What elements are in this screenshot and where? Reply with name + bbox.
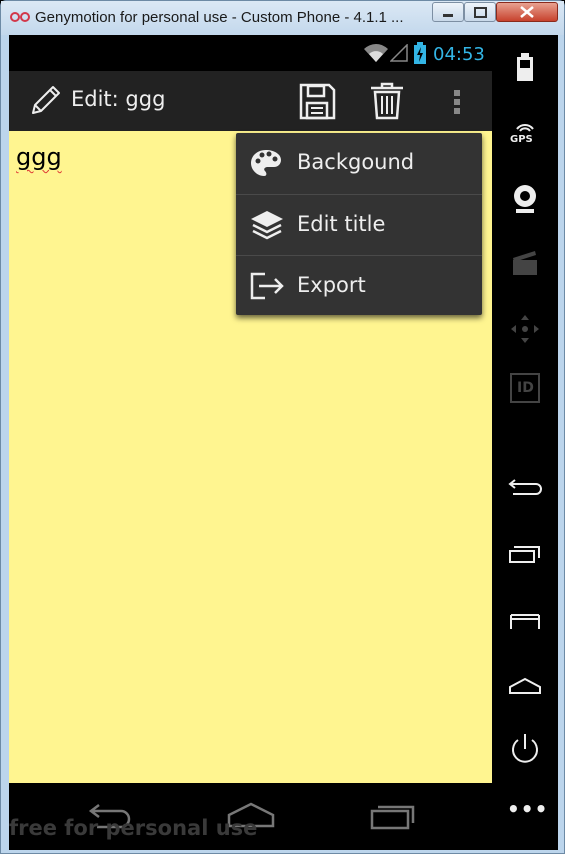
dpad-icon[interactable]	[505, 309, 545, 349]
maximize-button[interactable]	[464, 2, 496, 22]
note-text[interactable]: ggg	[16, 143, 62, 171]
menu-item-export[interactable]: Export	[236, 255, 482, 316]
menu-item-background[interactable]: Backgound	[236, 133, 482, 194]
back-icon[interactable]	[505, 467, 545, 507]
window-titlebar[interactable]: Genymotion for personal use - Custom Pho…	[1, 1, 564, 35]
recent-apps-icon[interactable]	[505, 533, 545, 573]
device-id-label: ID	[517, 380, 534, 396]
overflow-menu: Backgound Edit title Export	[236, 133, 482, 315]
pencil-icon[interactable]	[27, 83, 63, 119]
gps-label: GPS	[510, 134, 533, 145]
genymotion-side-panel: GPS ID •••	[492, 35, 558, 850]
export-icon	[250, 272, 284, 300]
minimize-button[interactable]	[432, 2, 464, 22]
menu-item-edit-title[interactable]: Edit title	[236, 194, 482, 255]
menu-item-label: Backgound	[297, 150, 415, 174]
status-bar: 04:53	[9, 35, 492, 71]
home-icon[interactable]	[505, 665, 545, 705]
status-clock: 04:53	[433, 44, 485, 65]
trash-icon[interactable]	[368, 81, 406, 121]
maximize-icon	[474, 7, 487, 18]
close-icon	[520, 6, 534, 18]
device-id-button[interactable]: ID	[510, 373, 540, 403]
battery-charging-icon	[414, 42, 426, 64]
signal-icon	[390, 44, 408, 62]
overflow-menu-icon[interactable]	[451, 88, 463, 116]
wifi-icon	[364, 44, 388, 62]
save-icon[interactable]	[297, 81, 337, 121]
battery-icon[interactable]	[505, 47, 545, 87]
gps-button[interactable]: GPS	[505, 115, 545, 155]
webcam-icon[interactable]	[505, 179, 545, 219]
more-options-icon[interactable]: •••	[507, 797, 548, 821]
power-icon[interactable]	[505, 729, 545, 769]
window-title: Genymotion for personal use - Custom Pho…	[35, 9, 404, 26]
genymotion-logo-icon	[10, 12, 30, 22]
menu-item-label: Edit title	[297, 212, 386, 236]
layers-icon	[251, 211, 283, 240]
minimize-icon	[443, 14, 453, 17]
genymotion-window: Genymotion for personal use - Custom Pho…	[0, 0, 565, 854]
action-bar-title: Edit: ggg	[71, 87, 166, 111]
gps-icon	[516, 124, 534, 132]
recent-apps-icon[interactable]	[369, 801, 417, 831]
capture-icon[interactable]	[505, 243, 545, 283]
emulator-screen: 04:53 Edit: ggg ggg Backgound Edit title…	[9, 35, 558, 850]
menu-item-label: Export	[297, 273, 366, 297]
menu-icon[interactable]	[505, 599, 545, 639]
palette-icon	[251, 150, 281, 176]
watermark-text: free for personal use	[9, 816, 258, 840]
close-button[interactable]	[496, 2, 558, 22]
action-bar: Edit: ggg	[9, 71, 492, 131]
